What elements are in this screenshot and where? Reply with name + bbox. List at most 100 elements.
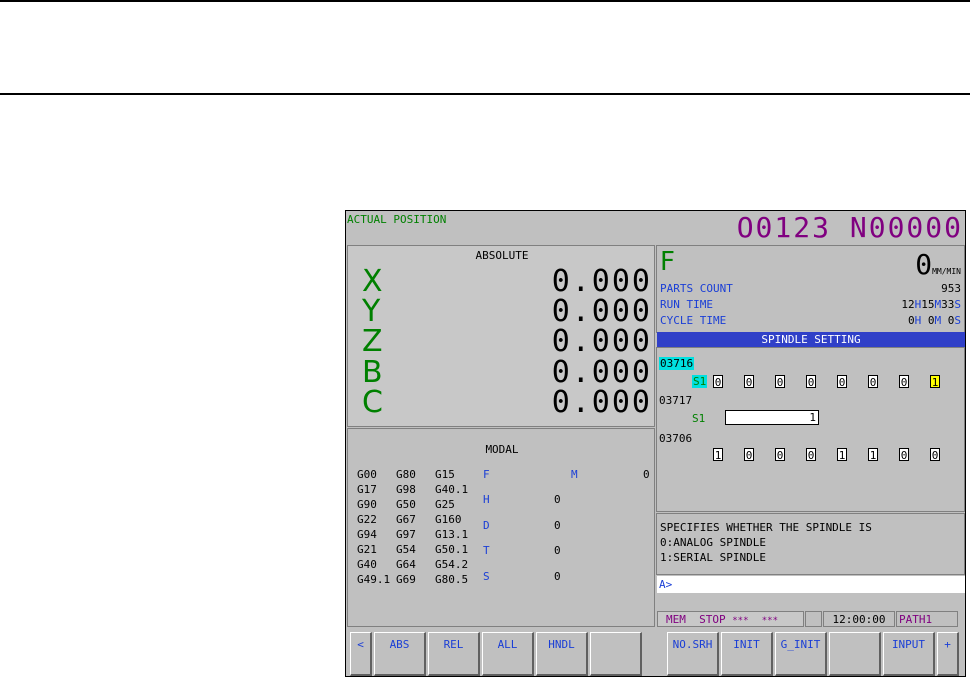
cnc-screen: ACTUAL POSITION O0123 N00000 ABSOLUTE X … [345, 210, 966, 677]
help-line-1: SPECIFIES WHETHER THE SPINDLE IS [660, 521, 872, 534]
softkey-hndl[interactable]: HNDL [536, 632, 588, 676]
gcode: G15 [435, 468, 455, 481]
gcode: G67 [396, 513, 416, 526]
program-number: O0123 N00000 [736, 211, 963, 244]
gcode: G69 [396, 573, 416, 586]
gcode: G80 [396, 468, 416, 481]
bit-cell[interactable]: 0 [744, 375, 754, 389]
modal-m-label: M [571, 468, 578, 481]
gcode: G54 [396, 543, 416, 556]
spindle-title-bar: SPINDLE SETTING [657, 332, 965, 347]
run-time-value: 12H15M33S [901, 298, 961, 311]
path-indicator: PATH1 [896, 611, 958, 627]
axis-name: C [362, 385, 383, 420]
gcode: G160 [435, 513, 462, 526]
feed-panel: F 0MM/MIN PARTS COUNT 953 RUN TIME 12H15… [656, 245, 965, 333]
page-divider-rule [0, 93, 970, 95]
parts-count-value: 953 [941, 282, 961, 295]
modal-d-label: D [483, 519, 490, 532]
state-text: STOP [699, 613, 726, 626]
softkey-plus[interactable]: + [937, 632, 959, 676]
bit-cell[interactable]: 1 [837, 448, 847, 462]
softkey-input[interactable]: INPUT [883, 632, 935, 676]
axis-row-c: C 0.000 [362, 387, 652, 419]
run-hours: 12 [901, 298, 915, 311]
alarm-stars: *** [761, 616, 779, 626]
param-3717-sub: S1 [692, 412, 706, 425]
bit-cell[interactable]: 0 [806, 375, 816, 389]
bit-cell[interactable]: 0 [899, 448, 909, 462]
softkey-abs[interactable]: ABS [374, 632, 426, 676]
bit-cell[interactable]: 0 [806, 448, 816, 462]
run-time-label: RUN TIME [660, 298, 713, 311]
gcode: G94 [357, 528, 377, 541]
gcode: G50 [396, 498, 416, 511]
bit-cell[interactable]: 0 [744, 448, 754, 462]
gcode: G50.1 [435, 543, 469, 556]
modal-s-label: S [483, 570, 490, 583]
cycle-time-label: CYCLE TIME [660, 314, 727, 327]
key-input-line[interactable]: A> [657, 576, 965, 593]
position-panel: ABSOLUTE X 0.000 Y 0.000 Z 0.000 B 0.000… [347, 245, 655, 427]
bit-cell[interactable]: 0 [775, 448, 785, 462]
gcode: G64 [396, 558, 416, 571]
axis-name: Z [362, 324, 383, 359]
gcode: G80.5 [435, 573, 469, 586]
gcode: G49.1 [357, 573, 391, 586]
alarm-stars: *** [732, 616, 749, 626]
bit-cell[interactable]: 0 [713, 375, 723, 389]
param-3706-number: 03706 [659, 432, 693, 445]
empty-status [805, 611, 822, 627]
bit-cell[interactable]: 0 [868, 375, 878, 389]
modal-m-value: 0 [643, 468, 650, 481]
bit-cell[interactable]: 0 [837, 375, 847, 389]
second-unit: S [954, 298, 961, 311]
screen-title: ACTUAL POSITION [347, 213, 447, 226]
page-top-rule [0, 0, 970, 2]
bit-cell[interactable]: 0 [899, 375, 909, 389]
param-3716-sub: S1 [692, 375, 708, 388]
softkey-no-srh[interactable]: NO.SRH [667, 632, 719, 676]
softkey-blank-2[interactable] [829, 632, 881, 676]
bit-cell[interactable]: 0 [775, 375, 785, 389]
softkey-left-arrow[interactable]: < [350, 632, 372, 676]
help-line-2: 0:ANALOG SPINDLE [660, 536, 766, 549]
run-seconds: 33 [941, 298, 955, 311]
softkey-init[interactable]: INIT [721, 632, 773, 676]
position-title: ABSOLUTE [475, 249, 529, 262]
gcode: G40 [357, 558, 377, 571]
modal-t-label: T [483, 544, 490, 557]
help-panel: SPECIFIES WHETHER THE SPINDLE IS 0:ANALO… [656, 513, 965, 575]
bit-cell[interactable]: 0 [930, 448, 940, 462]
modal-panel: MODAL G00 G80 G15 G17 G98 G40.1 G90 G50 … [347, 428, 655, 627]
bit-cell-selected[interactable]: 1 [930, 375, 940, 389]
softkey-blank-1[interactable] [590, 632, 642, 676]
softkey-rel[interactable]: REL [428, 632, 480, 676]
gcode: G98 [396, 483, 416, 496]
gcode: G17 [357, 483, 377, 496]
run-minutes: 15 [921, 298, 935, 311]
axis-value: 0.000 [551, 324, 652, 359]
softkey-all[interactable]: ALL [482, 632, 534, 676]
feed-unit: MM/MIN [932, 267, 961, 276]
help-line-3: 1:SERIAL SPINDLE [660, 551, 766, 564]
modal-s-value: 0 [554, 570, 561, 583]
gcode: G40.1 [435, 483, 469, 496]
gcode: G21 [357, 543, 377, 556]
softkey-g-init[interactable]: G_INIT [775, 632, 827, 676]
feed-value: 0MM/MIN [915, 248, 961, 281]
modal-d-value: 0 [554, 519, 561, 532]
axis-value: 0.000 [551, 385, 652, 420]
param-3717-value-field[interactable]: 1 [725, 410, 819, 425]
bit-cell[interactable]: 1 [713, 448, 723, 462]
feed-label: F [660, 247, 675, 277]
bit-cell[interactable]: 1 [868, 448, 878, 462]
spindle-panel: 03716 S1 0 0 0 0 0 0 0 1 03717 S1 1 0370… [656, 347, 965, 512]
modal-h-value: 0 [554, 493, 561, 506]
second-unit: S [954, 314, 961, 327]
cycle-time-value: 0H 0M 0S [908, 314, 961, 327]
status-bar: MEM STOP *** *** 12:00:00 PATH1 [657, 611, 965, 628]
feed-number: 0 [915, 248, 933, 281]
gcode: G13.1 [435, 528, 469, 541]
gcode: G97 [396, 528, 416, 541]
